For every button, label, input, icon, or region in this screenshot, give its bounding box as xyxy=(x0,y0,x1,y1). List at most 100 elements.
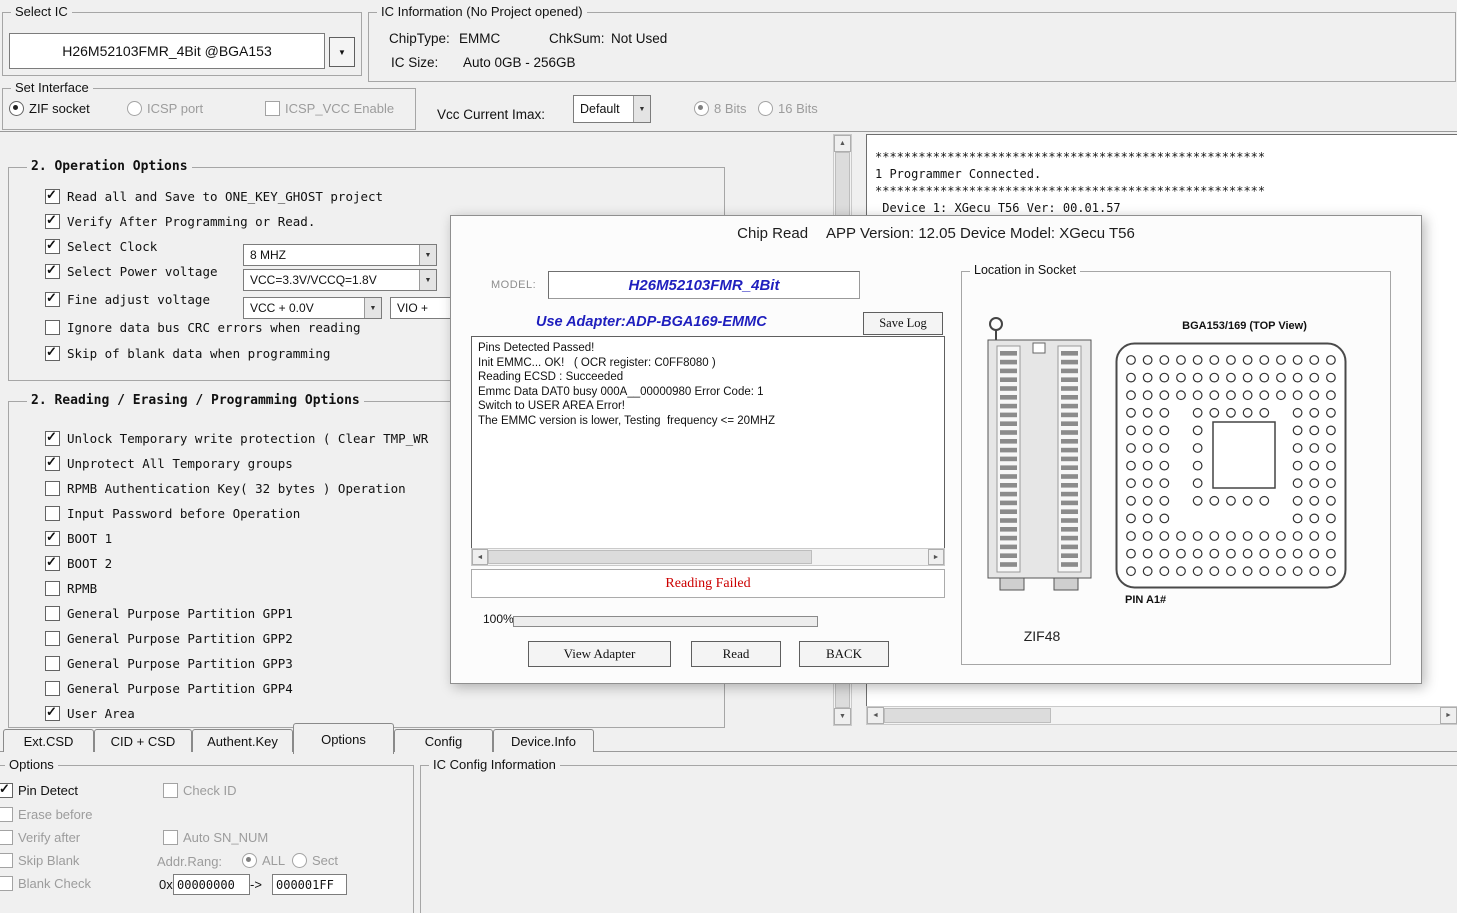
option-row: Unlock Temporary write protection ( Clea… xyxy=(45,431,428,446)
dialog-horizontal-scrollbar[interactable]: ◄ ► xyxy=(471,548,945,566)
auto-sn-option: Auto SN_NUM xyxy=(163,830,268,845)
addr-all-radio[interactable] xyxy=(242,853,257,868)
checkbox[interactable] xyxy=(45,431,60,446)
option-row: User Area xyxy=(45,706,135,721)
zif-socket-diagram xyxy=(987,314,1097,602)
icsp-port-radio[interactable] xyxy=(127,101,142,116)
scroll-right-button[interactable]: ► xyxy=(928,549,944,565)
erase-before-checkbox[interactable] xyxy=(0,807,13,822)
checkbox[interactable] xyxy=(45,214,60,229)
scroll-left-button[interactable]: ◄ xyxy=(867,707,884,724)
ic-combobox-arrow-button[interactable]: ▼ xyxy=(329,37,355,67)
blank-check-label: Blank Check xyxy=(18,876,91,891)
checkbox[interactable] xyxy=(45,239,60,254)
dialog-log-panel[interactable]: Pins Detected Passed! Init EMMC... OK! (… xyxy=(471,336,945,549)
vcc-adjust-select[interactable]: VCC + 0.0V ▼ xyxy=(243,297,382,319)
tab-config[interactable]: Config xyxy=(394,729,493,752)
tab-cid-csd[interactable]: CID + CSD xyxy=(94,729,192,752)
option-label: Skip of blank data when programming xyxy=(67,346,330,361)
log-scroll-thumb[interactable] xyxy=(884,708,1051,723)
scroll-up-button[interactable]: ▲ xyxy=(834,135,851,152)
log-horizontal-scrollbar[interactable]: ◄ ► xyxy=(866,706,1457,725)
scroll-down-icon: ▼ xyxy=(839,713,846,720)
view-adapter-button[interactable]: View Adapter xyxy=(528,641,671,667)
chiptype-label: ChipType: xyxy=(389,31,450,46)
checkbox[interactable] xyxy=(45,581,60,596)
bits8-radio[interactable] xyxy=(694,101,709,116)
skip-blank-checkbox[interactable] xyxy=(0,853,13,868)
checkbox[interactable] xyxy=(45,506,60,521)
chevron-down-icon[interactable]: ▼ xyxy=(633,96,650,122)
checkbox[interactable] xyxy=(45,264,60,279)
option-label: RPMB Authentication Key( 32 bytes ) Oper… xyxy=(67,481,406,496)
location-in-socket-group: Location in Socket ZIF48 BGA153/169 (TOP… xyxy=(961,271,1391,665)
addr-from-input[interactable]: 00000000 xyxy=(173,874,250,895)
option-row: Unprotect All Temporary groups xyxy=(45,456,293,471)
zif-socket-radio[interactable] xyxy=(9,101,24,116)
option-label: Fine adjust voltage xyxy=(67,292,210,307)
scroll-down-button[interactable]: ▼ xyxy=(834,708,851,725)
checkbox[interactable] xyxy=(45,456,60,471)
chksum-value: Not Used xyxy=(611,31,667,46)
pin-detect-option: Pin Detect xyxy=(0,783,78,798)
chevron-down-icon[interactable]: ▼ xyxy=(419,245,436,265)
checkbox[interactable] xyxy=(45,292,60,307)
save-log-button[interactable]: Save Log xyxy=(863,312,943,335)
checkbox[interactable] xyxy=(45,706,60,721)
pin-detect-checkbox[interactable] xyxy=(0,783,13,798)
zif48-label: ZIF48 xyxy=(987,628,1097,644)
addr-sect-radio[interactable] xyxy=(292,853,307,868)
checkbox[interactable] xyxy=(45,189,60,204)
checkbox[interactable] xyxy=(45,606,60,621)
scroll-left-button[interactable]: ◄ xyxy=(472,549,488,565)
checkbox[interactable] xyxy=(45,320,60,335)
option-row: RPMB xyxy=(45,581,97,596)
icsp-vcc-checkbox[interactable] xyxy=(265,101,280,116)
dialog-log-text: Pins Detected Passed! Init EMMC... OK! (… xyxy=(472,337,944,432)
power-voltage-select[interactable]: VCC=3.3V/VCCQ=1.8V ▼ xyxy=(243,269,437,291)
addr-sect-label: Sect xyxy=(312,853,338,868)
chevron-down-icon[interactable]: ▼ xyxy=(419,270,436,290)
vcc-imax-select[interactable]: Default ▼ xyxy=(573,95,651,123)
scroll-right-icon: ► xyxy=(1445,712,1452,719)
tab-device-info[interactable]: Device.Info xyxy=(493,729,594,752)
checkbox[interactable] xyxy=(45,556,60,571)
checkbox[interactable] xyxy=(45,656,60,671)
addr-to-input[interactable]: 000001FF xyxy=(272,874,347,895)
tab-options[interactable]: Options xyxy=(293,723,394,754)
checkbox[interactable] xyxy=(45,346,60,361)
verify-after-checkbox[interactable] xyxy=(0,830,13,845)
tab-ext-csd[interactable]: Ext.CSD xyxy=(3,729,94,752)
check-id-label: Check ID xyxy=(183,783,236,798)
checkbox[interactable] xyxy=(45,531,60,546)
icsize-value: Auto 0GB - 256GB xyxy=(463,55,576,70)
chevron-down-icon[interactable]: ▼ xyxy=(364,298,381,318)
back-label: BACK xyxy=(826,646,862,662)
erase-before-label: Erase before xyxy=(18,807,92,822)
rw-options-title: 2. Reading / Erasing / Programming Optio… xyxy=(27,393,364,408)
operation-options-title: 2. Operation Options xyxy=(27,159,192,174)
checkbox[interactable] xyxy=(45,631,60,646)
option-label: Unprotect All Temporary groups xyxy=(67,456,293,471)
dialog-scroll-thumb[interactable] xyxy=(488,550,812,564)
bits8-label: 8 Bits xyxy=(714,101,747,116)
skip-blank-option: Skip Blank xyxy=(0,853,79,868)
back-button[interactable]: BACK xyxy=(799,641,889,667)
checkbox[interactable] xyxy=(45,681,60,696)
check-id-checkbox[interactable] xyxy=(163,783,178,798)
clock-select[interactable]: 8 MHZ ▼ xyxy=(243,244,437,266)
blank-check-checkbox[interactable] xyxy=(0,876,13,891)
checkbox[interactable] xyxy=(45,481,60,496)
auto-sn-checkbox[interactable] xyxy=(163,830,178,845)
dialog-subtitle: APP Version: 12.05 Device Model: XGecu T… xyxy=(826,225,1135,242)
option-row: General Purpose Partition GPP3 xyxy=(45,656,293,671)
bits16-label: 16 Bits xyxy=(778,101,818,116)
scroll-right-button[interactable]: ► xyxy=(1440,707,1457,724)
chiptype-value: EMMC xyxy=(459,31,500,46)
tab-authent-key[interactable]: Authent.Key xyxy=(192,729,293,752)
option-label: Ignore data bus CRC errors when reading xyxy=(67,320,361,335)
read-button[interactable]: Read xyxy=(691,641,781,667)
ic-combobox[interactable]: H26M52103FMR_4Bit @BGA153 xyxy=(9,33,325,69)
option-label: Read all and Save to ONE_KEY_GHOST proje… xyxy=(67,189,383,204)
bits16-radio[interactable] xyxy=(758,101,773,116)
